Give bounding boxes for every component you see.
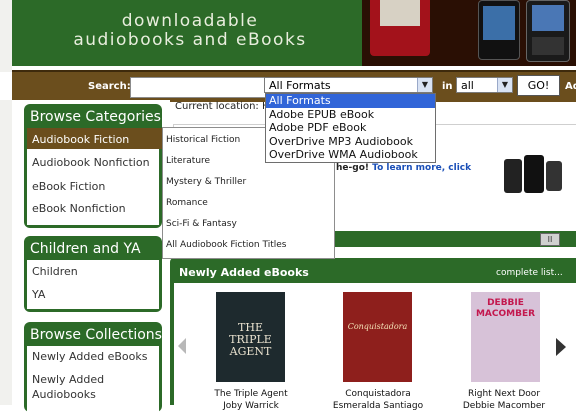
format-option[interactable]: Adobe PDF eBook <box>266 121 435 135</box>
submenu-item-scifi-fantasy[interactable]: Sci-Fi & Fantasy <box>166 219 237 229</box>
advanced-search-link[interactable]: Ad <box>565 81 576 92</box>
book-cover[interactable]: Conquistadora <box>343 292 412 382</box>
complete-list-link[interactable]: complete list... <box>496 268 563 278</box>
search-label: Search: <box>88 81 131 92</box>
header-banner: downloadable audiobooks and eBooks <box>0 0 576 72</box>
learn-more-link[interactable]: To learn more, click <box>372 163 471 173</box>
promo-text-lead: he-go! <box>336 163 369 173</box>
language-select-value: all <box>461 79 474 92</box>
format-option[interactable]: Adobe EPUB eBook <box>266 108 435 122</box>
format-option[interactable]: OverDrive MP3 Audiobook <box>266 135 435 149</box>
submenu-item-historical-fiction[interactable]: Historical Fiction <box>166 135 240 145</box>
submenu-item-mystery-thriller[interactable]: Mystery & Thriller <box>166 177 246 187</box>
carousel-next-arrow-icon[interactable] <box>556 338 566 356</box>
newly-added-ebooks-title: Newly Added eBooks <box>179 266 309 279</box>
sidebar-item-newly-added-audiobooks-line2[interactable]: Audiobooks <box>32 388 96 401</box>
chevron-down-icon[interactable]: ▼ <box>417 78 432 92</box>
book-cover-text: Conquistadora <box>347 322 408 331</box>
current-location-breadcrumb: Current location: H <box>175 101 270 112</box>
in-label: in <box>442 81 453 92</box>
submenu-item-all-audiobook-fiction[interactable]: All Audiobook Fiction Titles <box>166 240 286 250</box>
book-author: Joby Warrick <box>223 401 279 411</box>
format-select[interactable]: All Formats ▼ <box>264 77 433 93</box>
promo-text: he-go! To learn more, click <box>336 163 471 173</box>
language-select[interactable]: all ▼ <box>456 77 513 93</box>
format-dropdown-list: All Formats Adobe EPUB eBook Adobe PDF e… <box>265 93 436 163</box>
book-cover[interactable]: DEBBIE MACOMBER <box>471 292 540 382</box>
book-cover[interactable]: THE TRIPLE AGENT <box>216 292 285 382</box>
submenu-item-romance[interactable]: Romance <box>166 198 208 208</box>
sidebar-item-audiobook-fiction[interactable]: Audiobook Fiction <box>32 133 129 146</box>
book-cover-text: DEBBIE MACOMBER <box>475 298 536 319</box>
banner-title-line2: audiobooks and eBooks <box>73 30 307 50</box>
format-option[interactable]: All Formats <box>266 94 435 108</box>
sidebar-item-children[interactable]: Children <box>32 265 78 278</box>
page-edge <box>0 0 12 72</box>
sidebar-item-newly-added-ebooks[interactable]: Newly Added eBooks <box>32 350 147 363</box>
ereader-device-image <box>370 0 430 56</box>
sidebar-item-audiobook-nonfiction[interactable]: Audiobook Nonfiction <box>32 156 150 169</box>
sidebar-item-newly-added-audiobooks[interactable]: Newly Added <box>32 373 104 386</box>
format-option[interactable]: OverDrive WMA Audiobook <box>266 148 435 162</box>
go-button[interactable]: GO! <box>517 75 560 96</box>
sidebar-item-ya[interactable]: YA <box>32 288 45 301</box>
book-title[interactable]: Conquistadora <box>323 389 433 399</box>
browse-collections-title: Browse Collections <box>30 327 162 343</box>
chevron-down-icon[interactable]: ▼ <box>497 78 512 92</box>
browse-categories-title: Browse Categories <box>30 109 161 125</box>
page-edge <box>0 100 12 405</box>
book-cover-text: THE TRIPLE AGENT <box>229 321 272 358</box>
book-title[interactable]: The Triple Agent <box>196 389 306 399</box>
book-title[interactable]: Right Next Door <box>449 389 559 399</box>
format-select-value: All Formats <box>269 79 331 92</box>
submenu-item-literature[interactable]: Literature <box>166 156 210 166</box>
smartphone-image-2 <box>526 0 570 62</box>
search-input[interactable] <box>130 77 274 98</box>
banner-title-line1: downloadable <box>121 11 259 31</box>
book-author: Debbie Macomber <box>462 401 546 411</box>
children-ya-title: Children and YA <box>30 241 141 257</box>
sidebar-item-ebook-nonfiction[interactable]: eBook Nonfiction <box>32 202 126 215</box>
sidebar-item-ebook-fiction[interactable]: eBook Fiction <box>32 180 105 193</box>
smartphone-image-1 <box>478 0 520 60</box>
book-author: Esmeralda Santiago <box>332 401 424 411</box>
pause-icon[interactable]: II <box>540 233 560 246</box>
mobile-devices-image <box>504 155 564 200</box>
banner-title: downloadable audiobooks and eBooks <box>40 12 340 50</box>
carousel-prev-arrow-icon[interactable] <box>178 338 186 354</box>
